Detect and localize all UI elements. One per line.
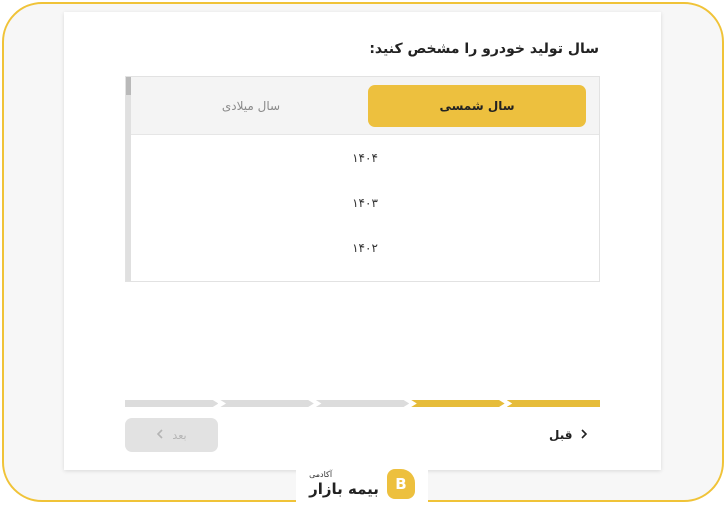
brand-logo: آکادمی بیمه بازار B xyxy=(296,460,428,508)
step-progress xyxy=(125,400,601,407)
year-option-1403[interactable]: ۱۴۰۳ xyxy=(131,190,599,216)
prev-button[interactable]: قبل xyxy=(549,423,588,447)
progress-step-5 xyxy=(125,400,219,407)
chevron-right-icon xyxy=(580,428,588,442)
progress-step-3 xyxy=(315,400,410,407)
next-button-label: بعد xyxy=(172,428,187,442)
tab-shamsi[interactable]: سال شمسی xyxy=(368,85,586,127)
prev-button-label: قبل xyxy=(549,428,573,442)
year-selector: سال شمسی سال میلادی ۱۴۰۴ ۱۴۰۳ ۱۴۰۲ xyxy=(125,76,600,282)
progress-step-2 xyxy=(411,400,505,407)
logo-brand-name: بیمه بازار xyxy=(309,480,379,498)
tab-miladi[interactable]: سال میلادی xyxy=(146,85,356,127)
year-option-1402[interactable]: ۱۴۰۲ xyxy=(131,235,599,261)
year-option-1404[interactable]: ۱۴۰۴ xyxy=(131,145,599,171)
logo-subtitle: آکادمی xyxy=(309,470,333,479)
next-button[interactable]: بعد xyxy=(125,418,218,452)
progress-step-4 xyxy=(220,400,314,407)
question-title: سال تولید خودرو را مشخص کنید: xyxy=(369,41,599,57)
logo-text: آکادمی بیمه بازار xyxy=(309,470,379,498)
chevron-left-icon xyxy=(156,428,164,442)
logo-badge-icon: B xyxy=(386,469,415,499)
calendar-tabs: سال شمسی سال میلادی xyxy=(131,77,599,135)
question-card: سال تولید خودرو را مشخص کنید: سال شمسی س… xyxy=(64,12,661,470)
progress-step-1 xyxy=(506,400,601,407)
